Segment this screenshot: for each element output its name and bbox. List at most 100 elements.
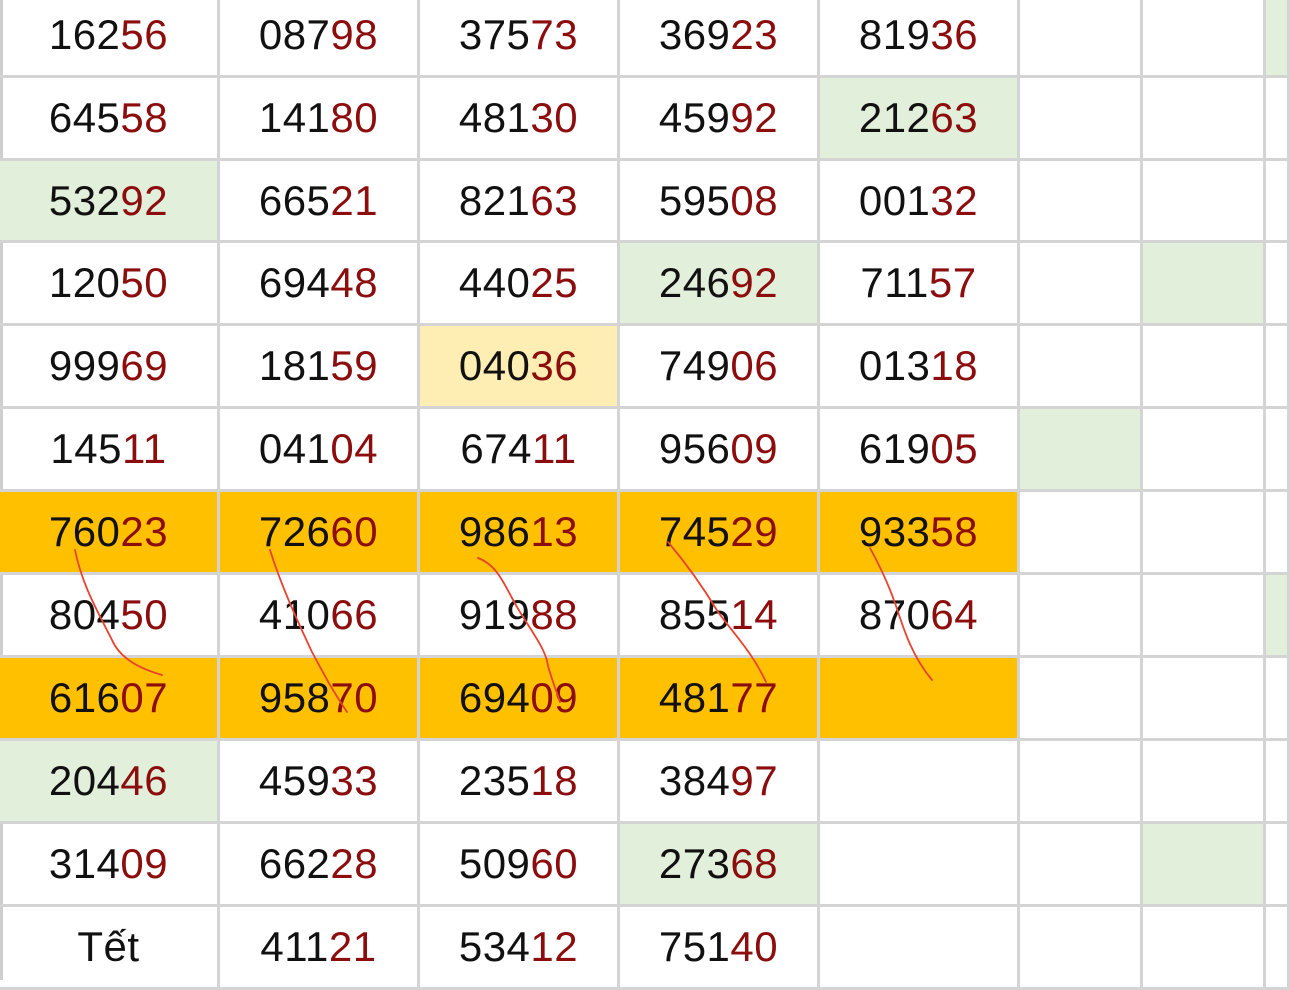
grid-cell[interactable]: 36923 <box>620 0 820 78</box>
grid-cell[interactable]: 61905 <box>820 409 1020 492</box>
grid-cell[interactable]: 66521 <box>220 161 420 243</box>
grid-cell[interactable] <box>1143 243 1266 326</box>
grid-cell[interactable]: 12050 <box>0 243 220 326</box>
grid-cell[interactable]: 14511 <box>0 409 220 492</box>
grid-cell[interactable]: 53292 <box>0 161 220 243</box>
grid-cell[interactable] <box>1143 741 1266 824</box>
grid-cell[interactable] <box>1266 741 1290 824</box>
grid-cell[interactable] <box>1020 0 1143 78</box>
grid-cell[interactable] <box>1266 161 1290 243</box>
grid-cell[interactable]: 01318 <box>820 326 1020 409</box>
grid-cell[interactable]: 81936 <box>820 0 1020 78</box>
grid-cell[interactable] <box>1143 658 1266 741</box>
grid-cell[interactable] <box>1266 409 1290 492</box>
grid-cell[interactable]: 93358 <box>820 492 1020 575</box>
grid-cell[interactable] <box>1266 658 1290 741</box>
grid-cell[interactable] <box>1266 78 1290 161</box>
grid-cell[interactable]: 27368 <box>620 824 820 907</box>
grid-cell[interactable]: 50960 <box>420 824 620 907</box>
grid-cell[interactable] <box>1266 575 1290 658</box>
grid-cell[interactable] <box>1266 824 1290 907</box>
grid-cell[interactable]: 72660 <box>220 492 420 575</box>
grid-cell[interactable]: 04104 <box>220 409 420 492</box>
grid-cell[interactable]: 64558 <box>0 78 220 161</box>
grid-cell[interactable]: 04036 <box>420 326 620 409</box>
grid-cell[interactable]: 67411 <box>420 409 620 492</box>
grid-cell[interactable]: 98613 <box>420 492 620 575</box>
grid-cell[interactable]: Tết <box>0 907 220 990</box>
grid-cell[interactable]: 44025 <box>420 243 620 326</box>
grid-cell[interactable] <box>820 741 1020 824</box>
grid-cell[interactable] <box>1020 824 1143 907</box>
grid-cell[interactable]: 95870 <box>220 658 420 741</box>
grid-cell[interactable]: 48177 <box>620 658 820 741</box>
grid-cell[interactable] <box>1143 326 1266 409</box>
grid-cell[interactable]: 87064 <box>820 575 1020 658</box>
grid-cell[interactable]: 91988 <box>420 575 620 658</box>
grid-cell[interactable]: 69409 <box>420 658 620 741</box>
grid-cell[interactable]: 76023 <box>0 492 220 575</box>
grid-cell[interactable]: 99969 <box>0 326 220 409</box>
grid-cell[interactable] <box>1143 824 1266 907</box>
grid-cell[interactable]: 82163 <box>420 161 620 243</box>
grid-cell[interactable] <box>1143 78 1266 161</box>
grid-cell[interactable] <box>1266 492 1290 575</box>
grid-cell[interactable]: 74906 <box>620 326 820 409</box>
grid-cell[interactable]: 59508 <box>620 161 820 243</box>
grid-cell[interactable] <box>1020 492 1143 575</box>
grid-cell[interactable] <box>1143 0 1266 78</box>
grid-cell[interactable]: 80450 <box>0 575 220 658</box>
grid-cell[interactable]: 45933 <box>220 741 420 824</box>
spreadsheet-grid: 16256 08798 37573 36923 81936 64558 14180 48130… <box>0 0 1290 990</box>
grid-cell[interactable] <box>820 658 1020 741</box>
grid-cell[interactable]: 53412 <box>420 907 620 990</box>
grid-cell[interactable] <box>1266 243 1290 326</box>
grid-cell[interactable]: 20446 <box>0 741 220 824</box>
grid-cell[interactable] <box>1143 492 1266 575</box>
grid-cell[interactable]: 14180 <box>220 78 420 161</box>
cell-value-head-digits: 919 <box>458 591 531 638</box>
grid-cell[interactable]: 71157 <box>820 243 1020 326</box>
grid-cell[interactable] <box>1020 575 1143 658</box>
grid-cell[interactable]: 74529 <box>620 492 820 575</box>
grid-cell[interactable] <box>1020 78 1143 161</box>
grid-cell[interactable]: 00132 <box>820 161 1020 243</box>
grid-cell[interactable] <box>1020 409 1143 492</box>
grid-cell[interactable]: 41066 <box>220 575 420 658</box>
grid-cell[interactable] <box>1020 658 1143 741</box>
grid-cell[interactable] <box>1143 161 1266 243</box>
grid-cell[interactable]: 21263 <box>820 78 1020 161</box>
grid-cell[interactable] <box>1143 409 1266 492</box>
grid-cell[interactable] <box>1266 907 1290 990</box>
grid-cell[interactable]: 41121 <box>220 907 420 990</box>
grid-cell[interactable] <box>1143 575 1266 658</box>
grid-cell[interactable] <box>1143 907 1266 990</box>
grid-cell[interactable]: 23518 <box>420 741 620 824</box>
grid-cell[interactable]: 69448 <box>220 243 420 326</box>
grid-cell[interactable]: 85514 <box>620 575 820 658</box>
grid-cell[interactable]: 95609 <box>620 409 820 492</box>
grid-cell[interactable] <box>820 824 1020 907</box>
grid-cell[interactable] <box>820 907 1020 990</box>
cell-value-head-digits: 958 <box>258 674 331 721</box>
grid-cell[interactable] <box>1020 161 1143 243</box>
grid-cell[interactable] <box>1266 0 1290 78</box>
grid-cell[interactable]: 45992 <box>620 78 820 161</box>
grid-cell[interactable]: 08798 <box>220 0 420 78</box>
grid-cell[interactable]: 16256 <box>0 0 220 78</box>
grid-cell[interactable]: 48130 <box>420 78 620 161</box>
grid-cell[interactable]: 38497 <box>620 741 820 824</box>
grid-cell[interactable] <box>1020 326 1143 409</box>
grid-cell[interactable] <box>1020 243 1143 326</box>
grid-cell[interactable]: 75140 <box>620 907 820 990</box>
grid-cell[interactable] <box>1020 741 1143 824</box>
grid-cell[interactable] <box>1020 907 1143 990</box>
cell-value: 75140 <box>659 923 778 971</box>
grid-cell[interactable]: 31409 <box>0 824 220 907</box>
grid-cell[interactable]: 37573 <box>420 0 620 78</box>
grid-cell[interactable]: 18159 <box>220 326 420 409</box>
grid-cell[interactable]: 66228 <box>220 824 420 907</box>
grid-cell[interactable]: 24692 <box>620 243 820 326</box>
grid-cell[interactable]: 61607 <box>0 658 220 741</box>
grid-cell[interactable] <box>1266 326 1290 409</box>
